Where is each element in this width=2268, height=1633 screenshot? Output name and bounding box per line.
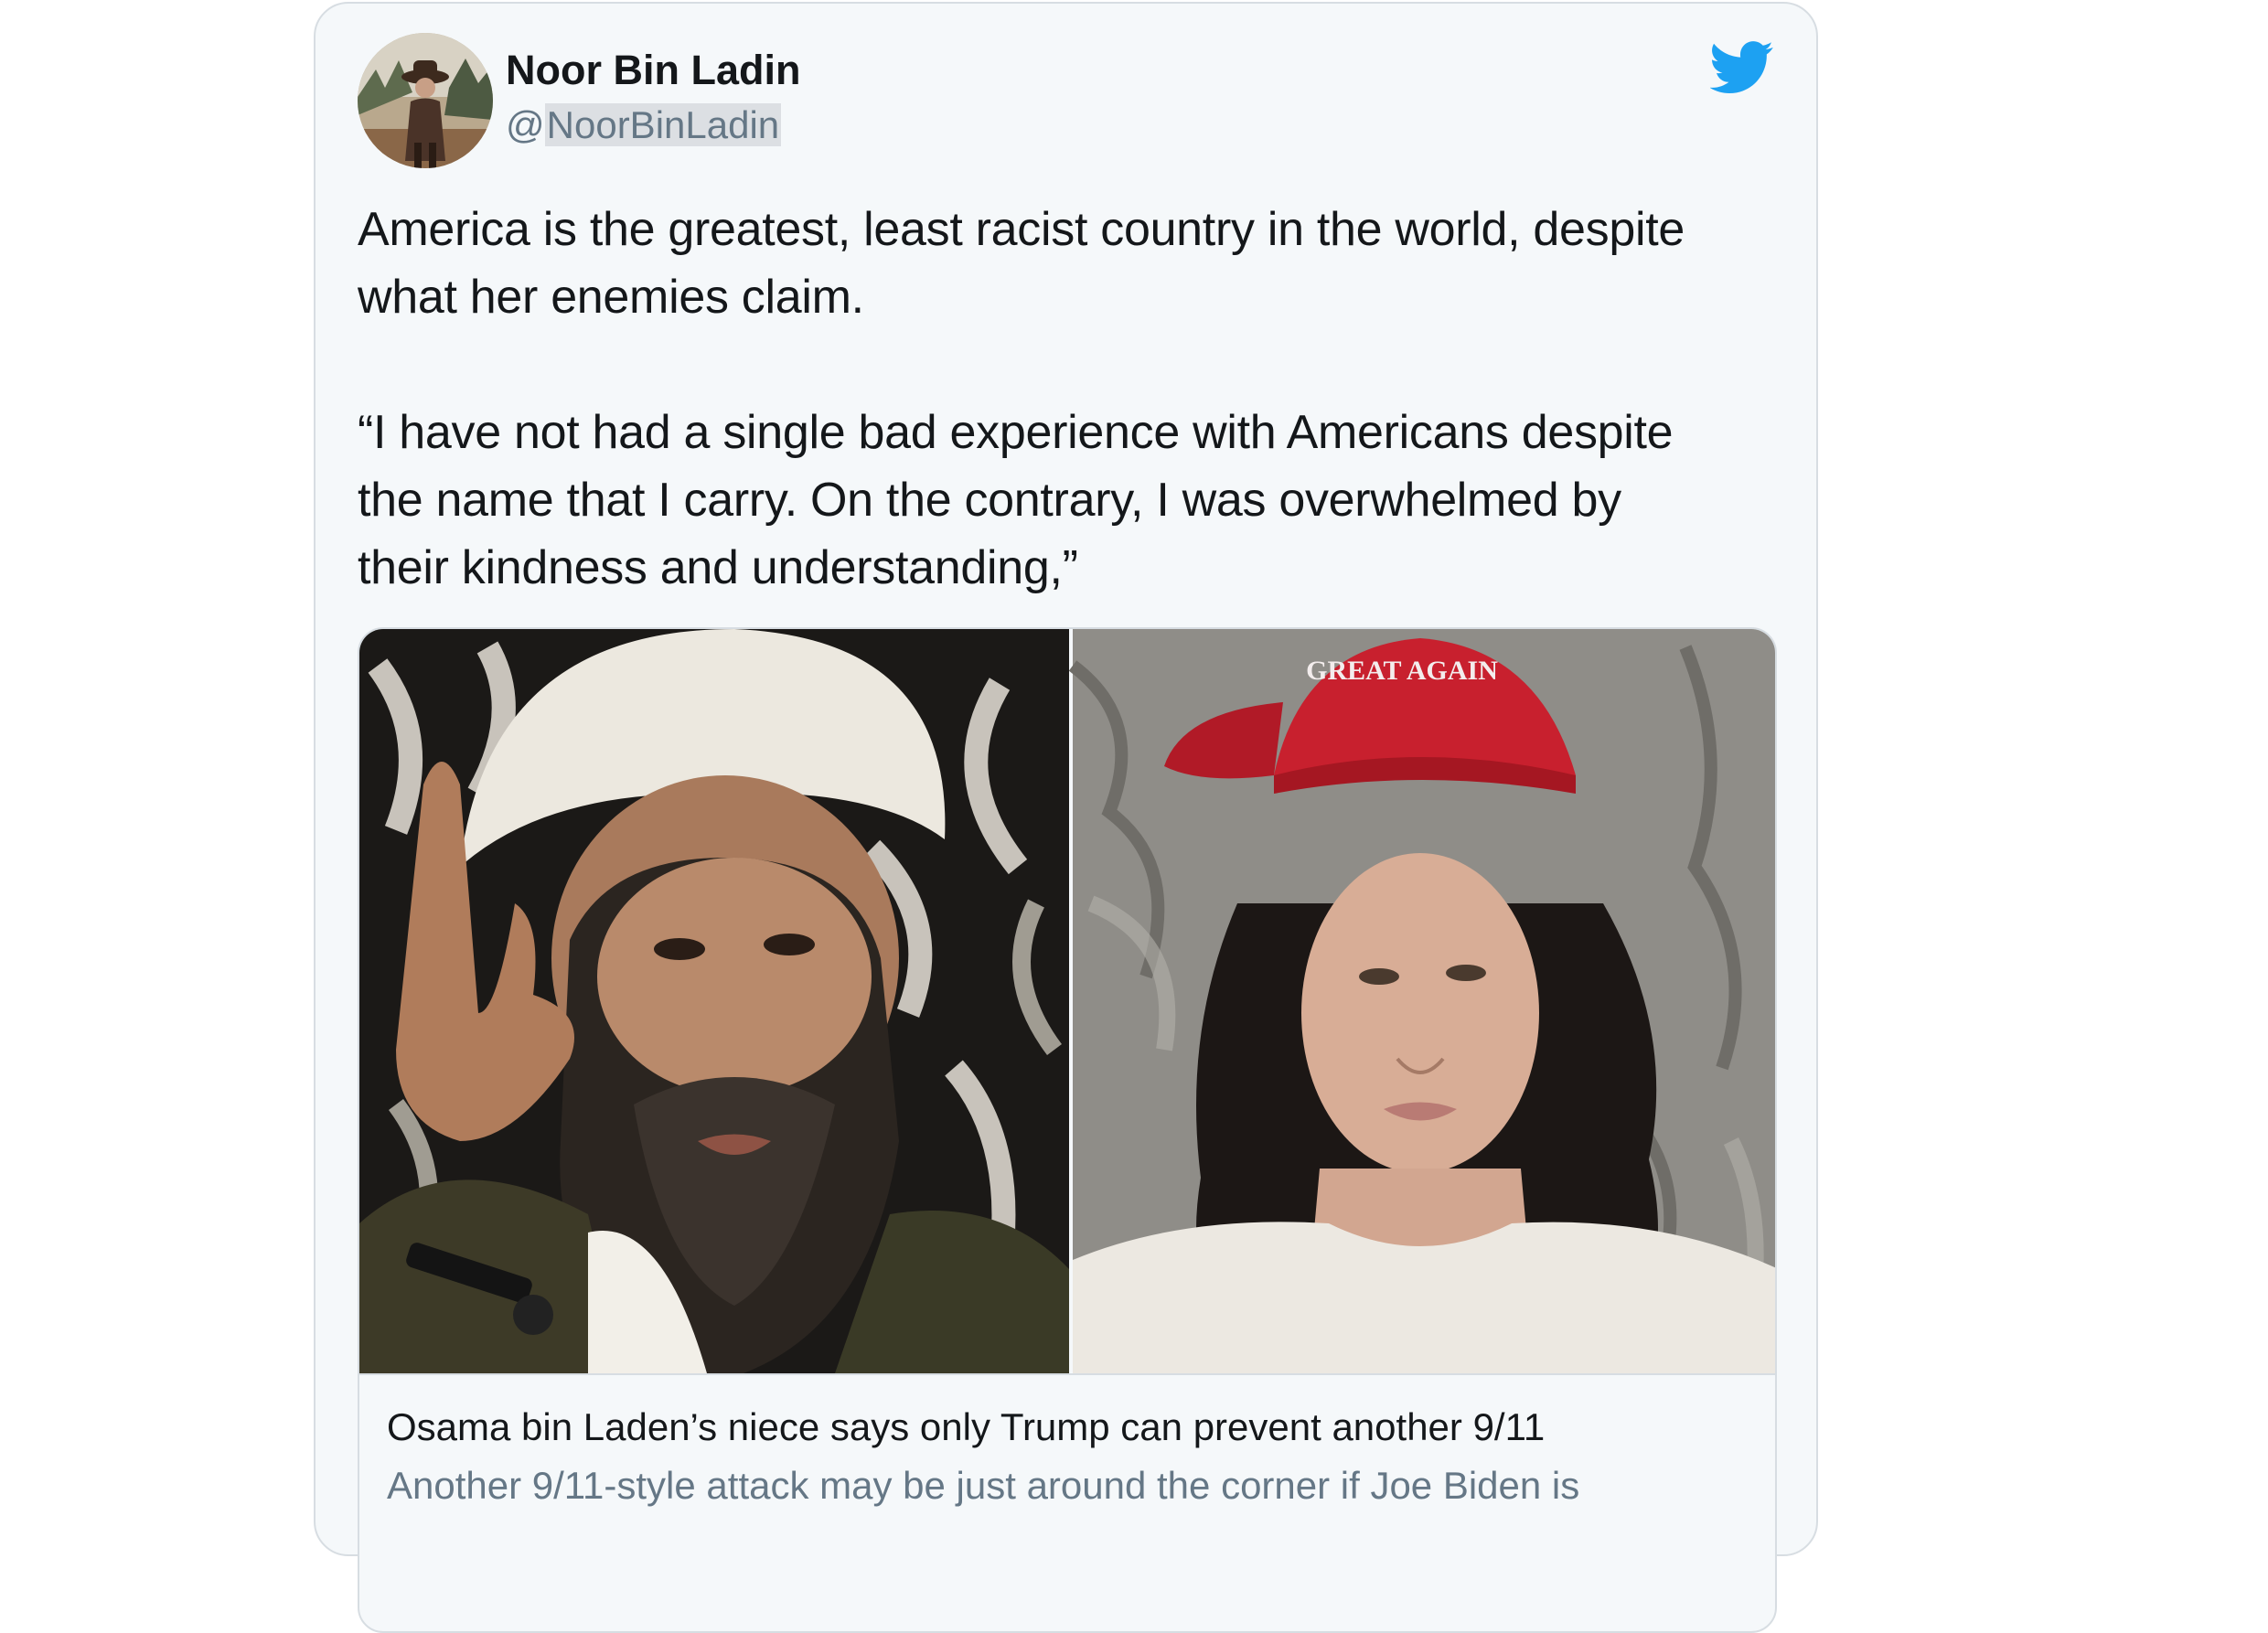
- tweet-paragraph: America is the greatest, least racist co…: [358, 203, 1685, 324]
- author-handle[interactable]: @NoorBinLadin: [506, 102, 782, 148]
- twitter-bird-icon[interactable]: [1710, 40, 1774, 95]
- author-display-name[interactable]: Noor Bin Ladin: [506, 49, 800, 91]
- handle-at-sign: @: [506, 103, 545, 146]
- preview-photo-pair: GREAT AGAIN: [359, 629, 1775, 1373]
- link-preview-title[interactable]: Osama bin Laden’s niece says only Trump …: [387, 1404, 1545, 1450]
- link-preview-image[interactable]: GREAT AGAIN: [359, 629, 1775, 1375]
- avatar-image: [358, 33, 493, 168]
- author-avatar[interactable]: [358, 33, 493, 168]
- link-preview-card[interactable]: GREAT AGAIN Osama bin Laden’s niece says…: [358, 627, 1777, 1633]
- handle-username: NoorBinLadin: [544, 103, 782, 146]
- tweet-card[interactable]: Noor Bin Ladin @NoorBinLadin America is …: [314, 2, 1818, 1633]
- tweet-text: America is the greatest, least racist co…: [358, 196, 1784, 602]
- tweet-quote-paragraph: “I have not had a single bad experience …: [358, 406, 1674, 594]
- link-preview-description: Another 9/11-style attack may be just ar…: [387, 1464, 1580, 1507]
- hat-text: GREAT AGAIN: [1306, 656, 1498, 686]
